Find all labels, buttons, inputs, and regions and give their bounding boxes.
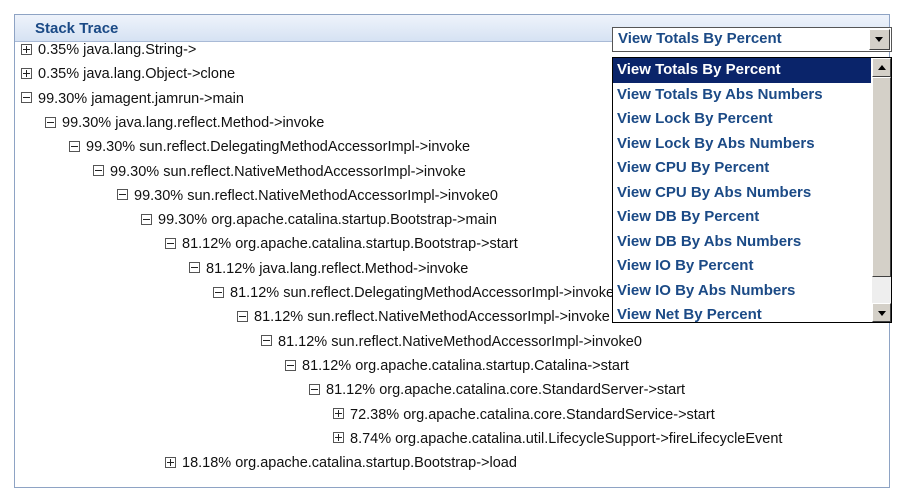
tree-row[interactable]: 81.12% sun.reflect.NativeMethodAccessorI… bbox=[261, 331, 642, 353]
panel-title: Stack Trace bbox=[35, 20, 119, 37]
view-mode-option[interactable]: View Net By Percent bbox=[613, 303, 871, 328]
tree-row-label: 18.18% org.apache.catalina.startup.Boots… bbox=[182, 455, 517, 472]
tree-row-label: 99.30% sun.reflect.DelegatingMethodAcces… bbox=[86, 139, 471, 156]
tree-row[interactable]: 18.18% org.apache.catalina.startup.Boots… bbox=[165, 452, 517, 474]
tree-row[interactable]: 72.38% org.apache.catalina.core.Standard… bbox=[333, 404, 715, 426]
collapse-icon[interactable] bbox=[93, 165, 104, 177]
tree-row-label: 81.12% org.apache.catalina.core.Standard… bbox=[326, 382, 686, 399]
view-mode-select-value: View Totals By Percent bbox=[618, 30, 782, 47]
collapse-icon[interactable] bbox=[213, 286, 224, 298]
tree-row[interactable]: 8.74% org.apache.catalina.util.Lifecycle… bbox=[333, 428, 782, 450]
view-mode-option[interactable]: View Lock By Percent bbox=[613, 107, 871, 132]
view-mode-option[interactable]: View CPU By Percent bbox=[613, 156, 871, 181]
tree-row[interactable]: 99.30% sun.reflect.NativeMethodAccessorI… bbox=[117, 185, 498, 207]
tree-row-label: 81.12% org.apache.catalina.startup.Catal… bbox=[302, 358, 629, 375]
tree-row[interactable]: 99.30% sun.reflect.NativeMethodAccessorI… bbox=[93, 161, 466, 183]
collapse-icon[interactable] bbox=[189, 262, 200, 274]
expand-icon[interactable] bbox=[333, 408, 344, 420]
collapse-icon[interactable] bbox=[237, 310, 248, 322]
dropdown-scrollbar[interactable] bbox=[872, 58, 891, 322]
tree-row-label: 81.12% sun.reflect.DelegatingMethodAcces… bbox=[230, 285, 615, 302]
tree-row[interactable]: 81.12% org.apache.catalina.startup.Boots… bbox=[165, 233, 518, 255]
tree-row[interactable]: 81.12% sun.reflect.DelegatingMethodAcces… bbox=[213, 282, 614, 304]
tree-row-label: 0.35% java.lang.Object->clone bbox=[38, 66, 236, 83]
tree-row-label: 99.30% java.lang.reflect.Method->invoke bbox=[62, 115, 325, 132]
tree-row[interactable]: 81.12% org.apache.catalina.startup.Catal… bbox=[285, 355, 629, 377]
collapse-icon[interactable] bbox=[117, 189, 128, 201]
view-mode-option[interactable]: View IO By Percent bbox=[613, 254, 871, 279]
view-mode-options: View Totals By Percent View Totals By Abs… bbox=[613, 58, 871, 328]
collapse-icon[interactable] bbox=[69, 140, 80, 152]
tree-row-label: 81.12% sun.reflect.NativeMethodAccessorI… bbox=[278, 333, 642, 350]
collapse-icon[interactable] bbox=[309, 383, 320, 395]
collapse-icon[interactable] bbox=[21, 92, 32, 104]
tree-row-label: 72.38% org.apache.catalina.core.Standard… bbox=[350, 406, 715, 423]
scroll-up-arrow-icon[interactable] bbox=[872, 58, 891, 77]
tree-row[interactable]: 99.30% sun.reflect.DelegatingMethodAcces… bbox=[69, 136, 470, 158]
expand-icon[interactable] bbox=[165, 456, 176, 468]
tree-row[interactable]: 99.30% java.lang.reflect.Method->invoke bbox=[45, 112, 324, 134]
tree-row[interactable]: 0.35% java.lang.Object->clone bbox=[21, 63, 235, 85]
tree-row-label: 0.35% java.lang.String-> bbox=[38, 42, 197, 59]
view-mode-option[interactable]: View Totals By Abs Numbers bbox=[613, 83, 871, 108]
view-mode-option[interactable]: View Totals By Percent bbox=[613, 58, 871, 83]
chevron-down-icon[interactable] bbox=[869, 29, 890, 50]
collapse-icon[interactable] bbox=[141, 213, 152, 225]
expand-icon[interactable] bbox=[21, 67, 32, 79]
collapse-icon[interactable] bbox=[45, 116, 56, 128]
view-mode-option[interactable]: View Lock By Abs Numbers bbox=[613, 132, 871, 157]
scroll-down-arrow-icon[interactable] bbox=[872, 303, 891, 322]
tree-row[interactable]: 99.30% org.apache.catalina.startup.Boots… bbox=[141, 209, 497, 231]
collapse-icon[interactable] bbox=[165, 238, 176, 250]
view-mode-option[interactable]: View CPU By Abs Numbers bbox=[613, 181, 871, 206]
tree-row[interactable]: 81.12% java.lang.reflect.Method->invoke bbox=[189, 258, 468, 280]
tree-row[interactable]: 81.12% org.apache.catalina.core.Standard… bbox=[309, 379, 685, 401]
collapse-icon[interactable] bbox=[261, 335, 272, 347]
tree-row[interactable]: 99.30% jamagent.jamrun->main bbox=[21, 88, 244, 110]
scrollbar-thumb[interactable] bbox=[872, 77, 891, 277]
tree-row[interactable]: 0.35% java.lang.String-> bbox=[21, 39, 196, 61]
view-mode-option[interactable]: View DB By Percent bbox=[613, 205, 871, 230]
expand-icon[interactable] bbox=[21, 43, 32, 55]
tree-row-label: 99.30% org.apache.catalina.startup.Boots… bbox=[158, 212, 497, 229]
view-mode-select[interactable]: View Totals By Percent bbox=[612, 27, 892, 52]
tree-row-label: 8.74% org.apache.catalina.util.Lifecycle… bbox=[350, 430, 783, 447]
view-mode-option[interactable]: View IO By Abs Numbers bbox=[613, 279, 871, 304]
tree-row-label: 81.12% sun.reflect.NativeMethodAccessorI… bbox=[254, 309, 610, 326]
tree-row-label: 99.30% sun.reflect.NativeMethodAccessorI… bbox=[110, 163, 466, 180]
collapse-icon[interactable] bbox=[285, 359, 296, 371]
view-mode-dropdown-list: View Totals By Percent View Totals By Abs… bbox=[612, 57, 892, 323]
tree-row-label: 81.12% org.apache.catalina.startup.Boots… bbox=[182, 236, 518, 253]
expand-icon[interactable] bbox=[333, 432, 344, 444]
tree-row[interactable]: 81.12% sun.reflect.NativeMethodAccessorI… bbox=[237, 306, 610, 328]
view-mode-option[interactable]: View DB By Abs Numbers bbox=[613, 230, 871, 255]
tree-row-label: 99.30% sun.reflect.NativeMethodAccessorI… bbox=[134, 187, 498, 204]
tree-row-label: 81.12% java.lang.reflect.Method->invoke bbox=[206, 260, 469, 277]
tree-row-label: 99.30% jamagent.jamrun->main bbox=[38, 90, 244, 107]
